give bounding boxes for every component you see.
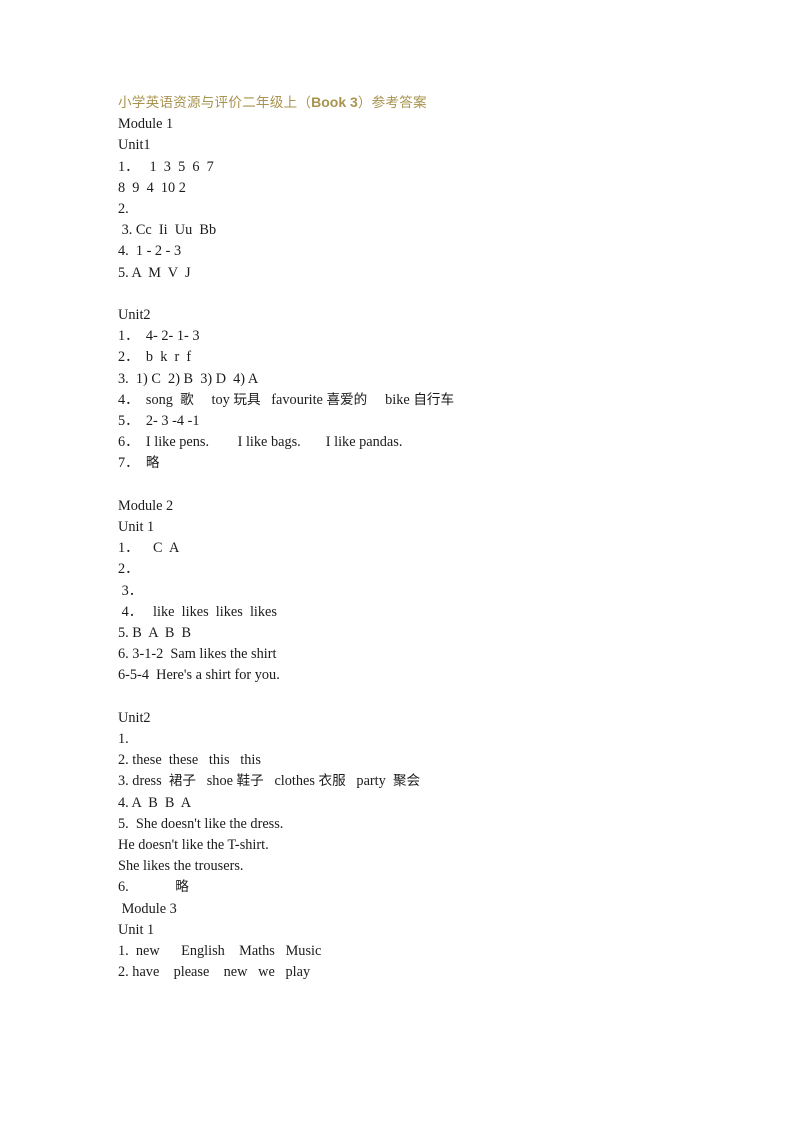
document-page: 小学英语资源与评价二年级上（Book 3）参考答案 Module 1 Unit1 1… [0,0,800,1132]
document-title: 小学英语资源与评价二年级上（Book 3）参考答案 [118,92,718,114]
cjk-text: 聚会 [392,773,421,790]
answer-line: 1． 1 3 5 6 7 [118,158,214,175]
cjk-text: ． [125,540,139,557]
answer-line: 5. She doesn't like the dress. [118,815,284,832]
answer-line: He doesn't like the T-shirt. [118,837,269,854]
answer-line: Module 3 [118,900,177,917]
answer-line: 5. B A B B [118,625,192,642]
cjk-text: ． [125,328,139,345]
answer-line: Unit2 [118,307,151,324]
answer-line: Module 2 [118,497,174,514]
cjk-text: ． [125,434,139,451]
answer-line: 3. dress 裙子 shoe 鞋子 clothes 衣服 party 聚会 [118,773,421,790]
cjk-text: ． [125,158,139,175]
answer-line: 4． like likes likes likes [118,603,277,620]
cjk-text: 玩具 [233,391,261,408]
answer-line: 4. A B B A [118,794,192,811]
answer-line: 5． 2- 3 -4 -1 [118,413,200,430]
cjk-text: ． [125,561,139,578]
answer-line: 2． [118,561,139,578]
answer-line: Unit2 [118,709,151,726]
answer-line: 4. 1 - 2 - 3 [118,243,182,260]
answer-line: She likes the trousers. [118,858,244,875]
answer-line: 1． 4- 2- 1- 3 [118,328,200,345]
answer-key-lines: Module 1 Unit1 1． 1 3 5 6 7 8 9 4 10 2 2. 3.… [118,114,718,983]
answer-line: 8 9 4 10 2 [118,179,186,196]
answer-line: 3． [118,582,143,599]
answer-line: 5. A M V J [118,264,191,281]
cjk-text: 略 [175,879,189,896]
cjk-text: ． [125,455,139,472]
cjk-text: ． [128,603,143,620]
answer-line: 3. Cc Ii Uu Bb [118,222,217,239]
answer-line: 3. 1) C 2) B 3) D 4) A [118,370,259,387]
document-content: 小学英语资源与评价二年级上（Book 3）参考答案 Module 1 Unit1 1… [118,92,718,983]
document-title-prefix: 小学英语资源与评价二年级上（ [118,95,312,111]
answer-line: 2. these these this this [118,752,261,769]
answer-line: Unit1 [118,137,151,154]
answer-line: 6. 3-1-2 Sam likes the shirt [118,646,277,663]
cjk-text: ． [128,582,143,599]
answer-line: 2． b k r f [118,349,192,366]
answer-line: 1． C A [118,540,180,557]
cjk-text: 衣服 [318,773,346,790]
answer-line: 1. [118,731,129,748]
answer-line: 1. new English Maths Music [118,943,322,960]
answer-line: Unit 1 [118,921,155,938]
cjk-text: ． [125,349,139,366]
cjk-text: 自行车 [413,391,455,408]
cjk-text: 裙子 [168,773,197,790]
answer-line: Module 1 [118,116,174,133]
answer-line: 7． 略 [118,455,160,472]
answer-line: 2. [118,201,129,218]
answer-line: Unit 1 [118,519,155,536]
cjk-text: 略 [145,455,160,472]
cjk-text: 鞋子 [236,773,264,790]
answer-line: 4． song 歌 toy 玩具 favourite 喜爱的 bike 自行车 [118,391,455,408]
answer-line: 2. have please new we play [118,964,311,981]
answer-line: 6-5-4 Here's a shirt for you. [118,667,280,684]
cjk-text: 歌 [180,391,194,408]
document-title-suffix: ）参考答案 [357,95,427,111]
answer-line: 6． I like pens. I like bags. I like pand… [118,434,403,451]
answer-line: 6. 略 [118,879,189,896]
document-title-book: Book 3 [311,94,358,110]
cjk-text: 喜爱的 [326,391,368,408]
cjk-text: ． [125,413,139,430]
cjk-text: ． [125,391,139,408]
